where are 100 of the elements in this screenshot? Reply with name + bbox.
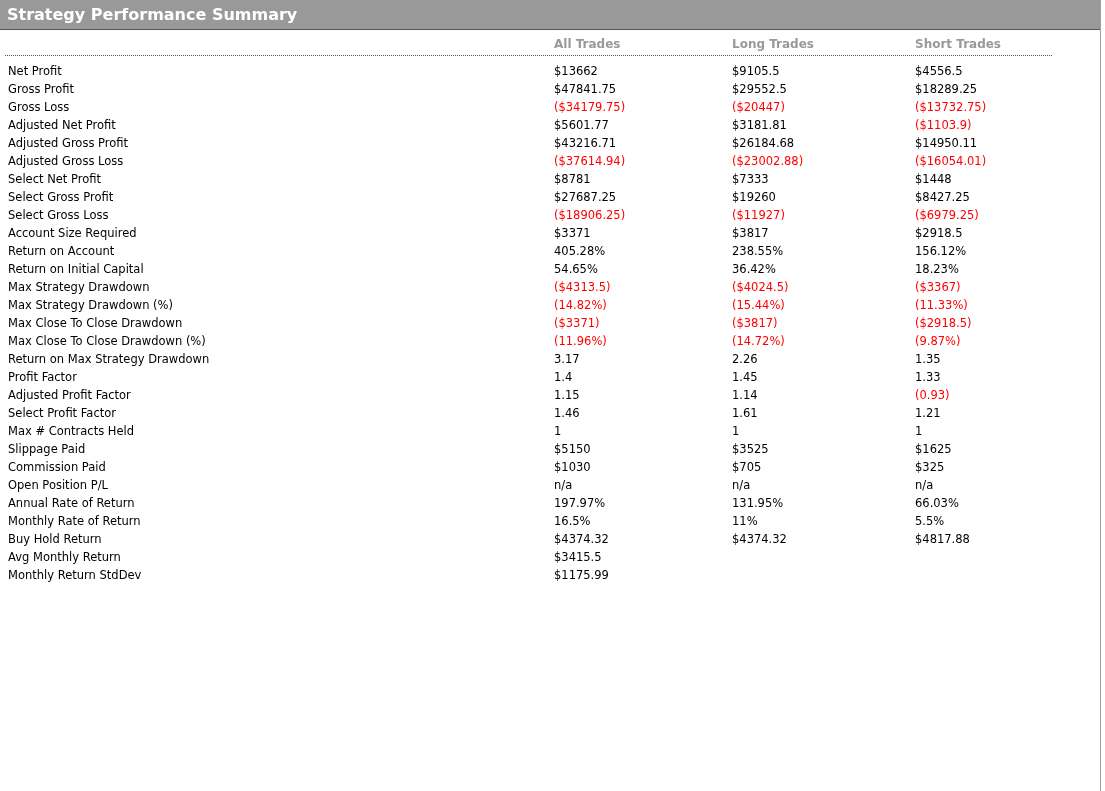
- table-cell-text: 1.35: [915, 351, 942, 368]
- table-cell-text: n/a: [915, 477, 935, 494]
- row-label: Buy Hold Return: [8, 531, 103, 548]
- table-cell-text: 2.26: [732, 351, 759, 368]
- table-cell-text: ($3817): [732, 315, 779, 332]
- table-cell-text: 18.23%: [915, 261, 960, 278]
- row-label: Adjusted Gross Loss: [8, 153, 125, 170]
- table-cell-text: n/a: [732, 477, 752, 494]
- table-cell-text: $8427.25: [915, 189, 971, 206]
- table-cell-text: 66.03%: [915, 495, 960, 512]
- column-header: Long Trades: [732, 36, 815, 53]
- table-cell-text: (14.82%): [554, 297, 608, 314]
- row-label: Max Close To Close Drawdown: [8, 315, 184, 332]
- table-cell-text: ($18906.25): [554, 207, 627, 224]
- table-cell-text: $3181.81: [732, 117, 788, 134]
- row-label: Commission Paid: [8, 459, 107, 476]
- table-cell-text: $29552.5: [732, 81, 788, 98]
- table-cell-text: $4374.32: [554, 531, 610, 548]
- table-cell-text: $7333: [732, 171, 770, 188]
- table-cell-text: $27687.25: [554, 189, 618, 206]
- row-label: Avg Monthly Return: [8, 549, 122, 566]
- table-cell-text: 1.33: [915, 369, 942, 386]
- table-cell-text: 238.55%: [732, 243, 785, 260]
- table-cell-text: ($3371): [554, 315, 601, 332]
- table-cell-text: 405.28%: [554, 243, 607, 260]
- row-label: Slippage Paid: [8, 441, 87, 458]
- table-cell-text: $19260: [732, 189, 777, 206]
- row-label: Select Profit Factor: [8, 405, 117, 422]
- table-cell-text: 3.17: [554, 351, 581, 368]
- table-cell-text: $9105.5: [732, 63, 781, 80]
- table-cell-text: (9.87%): [915, 333, 962, 350]
- table-cell-text: 54.65%: [554, 261, 599, 278]
- table-cell-text: ($23002.88): [732, 153, 805, 170]
- table-cell-text: $1030: [554, 459, 592, 476]
- table-cell-text: $3525: [732, 441, 770, 458]
- table-cell-text: $47841.75: [554, 81, 618, 98]
- table-cell-text: ($34179.75): [554, 99, 627, 116]
- table-cell-text: 1.61: [732, 405, 759, 422]
- table-cell-text: ($11927): [732, 207, 786, 224]
- row-label: Select Net Profit: [8, 171, 102, 188]
- table-cell-text: (15.44%): [732, 297, 786, 314]
- row-label: Return on Max Strategy Drawdown: [8, 351, 211, 368]
- row-label: Gross Loss: [8, 99, 71, 116]
- row-label: Select Gross Loss: [8, 207, 110, 224]
- table-cell-text: 1: [732, 423, 741, 440]
- table-cell-text: 11%: [732, 513, 759, 530]
- table-cell-text: ($4024.5): [732, 279, 790, 296]
- row-label: Adjusted Gross Profit: [8, 135, 130, 152]
- table-cell-text: ($13732.75): [915, 99, 988, 116]
- table-cell-text: 1.21: [915, 405, 942, 422]
- table-cell-text: $4374.32: [732, 531, 788, 548]
- row-label: Account Size Required: [8, 225, 138, 242]
- table-cell-text: $3371: [554, 225, 592, 242]
- table-cell-text: 1.4: [554, 369, 574, 386]
- table-cell-text: (14.72%): [732, 333, 786, 350]
- table-cell-text: 1: [915, 423, 924, 440]
- row-label: Select Gross Profit: [8, 189, 115, 206]
- table-cell-text: $43216.71: [554, 135, 618, 152]
- row-label: Max Strategy Drawdown: [8, 279, 151, 296]
- table-cell-text: $13662: [554, 63, 599, 80]
- row-label: Max Strategy Drawdown (%): [8, 297, 174, 314]
- table-cell-text: $3817: [732, 225, 770, 242]
- table-cell-text: $1175.99: [554, 567, 610, 584]
- table-cell-text: $4556.5: [915, 63, 964, 80]
- column-header: Short Trades: [915, 36, 1002, 53]
- table-cell-text: $4817.88: [915, 531, 971, 548]
- table-cell-text: 1.14: [732, 387, 759, 404]
- row-label: Net Profit: [8, 63, 63, 80]
- row-label: Max # Contracts Held: [8, 423, 136, 440]
- table-cell-text: ($37614.94): [554, 153, 627, 170]
- table-cell-text: 1.15: [554, 387, 581, 404]
- row-label: Open Position P/L: [8, 477, 110, 494]
- table-cell-text: 16.5%: [554, 513, 592, 530]
- row-label: Profit Factor: [8, 369, 78, 386]
- table-cell-text: 156.12%: [915, 243, 968, 260]
- table-cell-text: 1: [554, 423, 563, 440]
- table-cell-text: 131.95%: [732, 495, 785, 512]
- table-cell-text: $1625: [915, 441, 953, 458]
- table-cell-text: $1448: [915, 171, 953, 188]
- table-cell-text: $14950.11: [915, 135, 979, 152]
- table-cell-text: ($20447): [732, 99, 786, 116]
- table-cell-text: $2918.5: [915, 225, 964, 242]
- table-cell-text: $18289.25: [915, 81, 979, 98]
- table-cell-text: (0.93): [915, 387, 951, 404]
- table-cell-text: ($3367): [915, 279, 962, 296]
- table-cell-text: $3415.5: [554, 549, 603, 566]
- table-cell-text: $8781: [554, 171, 592, 188]
- row-label: Adjusted Profit Factor: [8, 387, 132, 404]
- table-cell-text: $5601.77: [554, 117, 610, 134]
- table-cell-text: ($16054.01): [915, 153, 988, 170]
- table-cell-text: 1.46: [554, 405, 581, 422]
- row-label: Monthly Rate of Return: [8, 513, 142, 530]
- table-cell-text: 197.97%: [554, 495, 607, 512]
- row-label: Max Close To Close Drawdown (%): [8, 333, 207, 350]
- table-cell-text: 36.42%: [732, 261, 777, 278]
- row-label: Gross Profit: [8, 81, 76, 98]
- table-cell-text: (11.33%): [915, 297, 969, 314]
- row-label: Return on Initial Capital: [8, 261, 145, 278]
- table-cell-text: $705: [732, 459, 763, 476]
- row-label: Adjusted Net Profit: [8, 117, 117, 134]
